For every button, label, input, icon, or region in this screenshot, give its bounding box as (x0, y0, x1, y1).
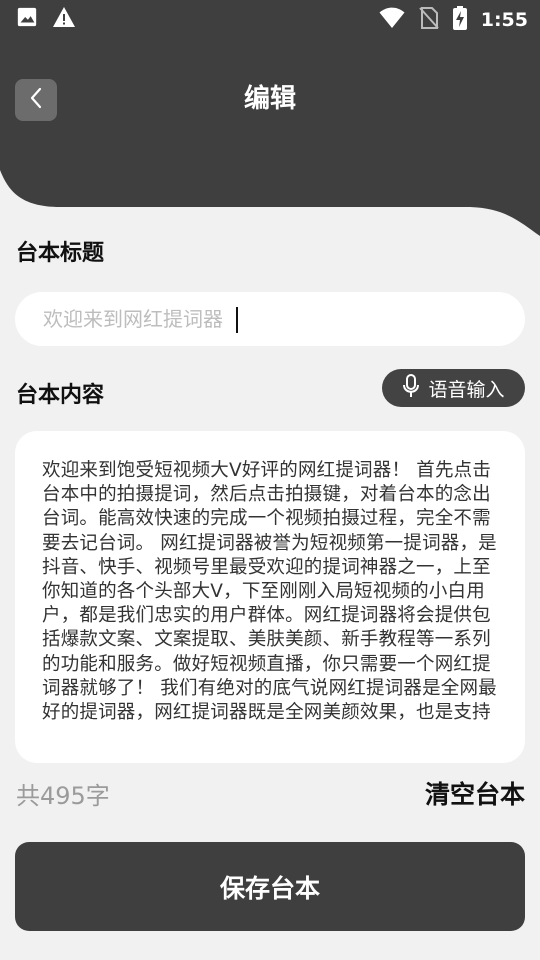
save-button[interactable]: 保存台本 (15, 842, 525, 931)
microphone-icon (402, 373, 420, 403)
status-time: 1:55 (480, 9, 528, 31)
content-textarea[interactable]: 欢迎来到饱受短视频大V好评的网红提词器！ 首先点击台本中的拍摄提词，然后点击拍摄… (15, 431, 525, 763)
image-icon (16, 6, 38, 32)
clear-button[interactable]: 清空台本 (425, 778, 525, 812)
voice-input-label: 语音输入 (428, 378, 505, 401)
content-text: 欢迎来到饱受短视频大V好评的网红提词器！ 首先点击台本中的拍摄提词，然后点击拍摄… (42, 460, 497, 724)
text-cursor (236, 307, 238, 333)
battery-charging-icon (452, 6, 467, 34)
title-input[interactable] (43, 302, 493, 336)
status-bar: 1:55 (0, 0, 540, 36)
warning-icon (52, 6, 76, 32)
wifi-icon (379, 7, 405, 33)
content-label: 台本内容 (16, 383, 105, 408)
voice-input-button[interactable]: 语音输入 (382, 369, 525, 407)
title-label: 台本标题 (16, 241, 105, 266)
title-input-container (15, 292, 525, 346)
no-sim-icon (418, 6, 439, 34)
char-count: 共495字 (16, 782, 110, 810)
page-title: 编辑 (243, 84, 296, 114)
header-background (0, 0, 540, 236)
